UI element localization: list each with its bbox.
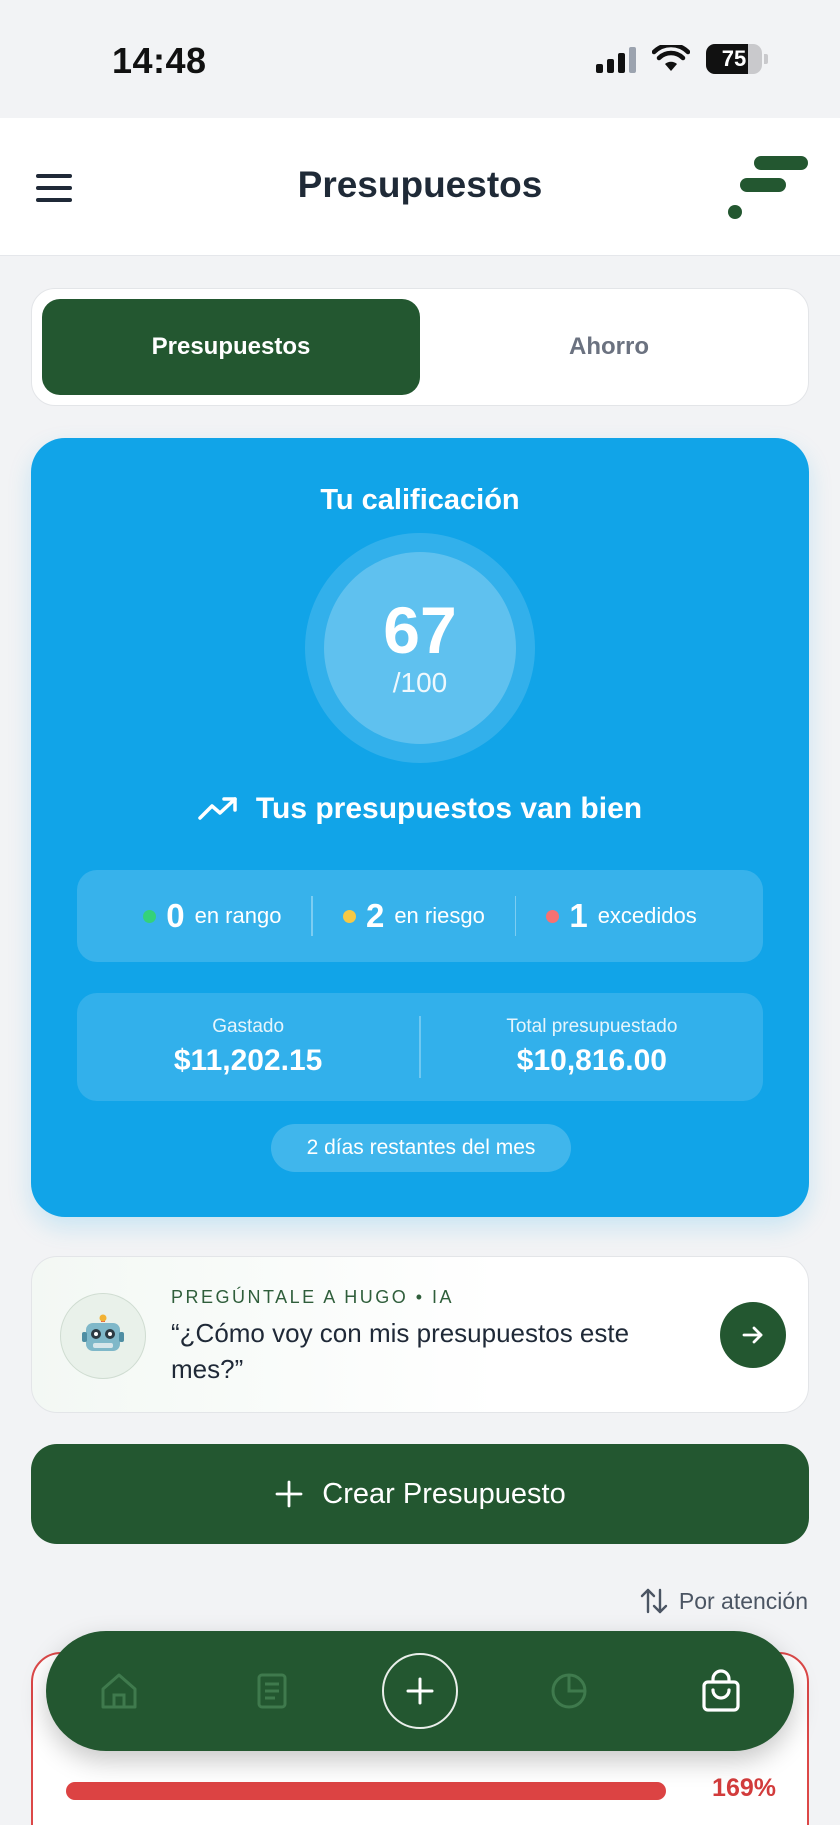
arrow-right-icon <box>742 1326 763 1344</box>
red-dot-icon <box>546 909 560 923</box>
count-label: en riesgo <box>394 903 485 928</box>
budget-progress-bar <box>66 1782 666 1800</box>
count-label: excedidos <box>597 903 697 928</box>
create-budget-button[interactable]: Crear Presupuesto <box>31 1444 809 1544</box>
arrow-right-button[interactable] <box>720 1302 786 1368</box>
count-number: 0 <box>166 897 185 934</box>
budget-progress-percent: 169% <box>712 1774 776 1802</box>
count-en-rango: 0 en rango <box>113 897 311 935</box>
robot-icon <box>60 1293 146 1379</box>
battery-icon: 75 <box>706 44 768 74</box>
ask-hugo-card[interactable]: PREGÚNTALE A HUGO • IA “¿Cómo voy con mi… <box>31 1256 809 1413</box>
receipt-icon <box>257 1673 287 1709</box>
score-card: Tu calificación 67 /100 Tus presupuestos… <box>31 438 809 1217</box>
nav-budgets[interactable] <box>676 1631 766 1751</box>
green-dot-icon <box>143 909 157 923</box>
add-icon <box>406 1677 434 1705</box>
score-status-text: Tus presupuestos van bien <box>255 792 643 825</box>
status-icons: 75 <box>596 44 768 74</box>
budgeted-label: Total presupuestado <box>506 1016 678 1037</box>
score-title: Tu calificación <box>320 484 520 516</box>
budget-counts: 0 en rango 2 en riesgo 1 excedidos <box>77 870 763 962</box>
count-label: en rango <box>194 903 282 928</box>
count-number: 2 <box>365 897 385 934</box>
ask-hugo-question: “¿Cómo voy con mis presupuestos este mes… <box>171 1318 630 1384</box>
battery-level: 75 <box>721 46 747 71</box>
tab-ahorro[interactable]: Ahorro <box>420 299 798 395</box>
status-time: 14:48 <box>112 40 207 81</box>
nav-reports[interactable] <box>524 1631 614 1751</box>
app-header: Presupuestos <box>0 118 840 256</box>
nav-home[interactable] <box>74 1631 164 1751</box>
ask-hugo-eyebrow: PREGÚNTALE A HUGO • IA <box>171 1287 455 1307</box>
trending-up-icon <box>198 797 237 820</box>
sort-label: Por atención <box>678 1587 808 1614</box>
wifi-icon <box>652 45 690 71</box>
nav-transactions[interactable] <box>226 1631 316 1751</box>
home-icon <box>101 1673 137 1709</box>
segmented-tabs: Presupuestos Ahorro <box>31 288 809 406</box>
yellow-dot-icon <box>342 909 356 923</box>
status-bar: 14:48 75 <box>0 0 840 118</box>
budgeted-summary: Total presupuestado $10,816.00 <box>421 1016 763 1078</box>
app-logo <box>728 156 808 219</box>
plus-icon <box>275 1480 303 1508</box>
count-number: 1 <box>569 897 588 934</box>
score-ring: 67 /100 <box>305 533 535 763</box>
count-excedidos: 1 excedidos <box>516 897 726 935</box>
shopping-bag-icon <box>702 1669 740 1712</box>
spent-label: Gastado <box>212 1016 285 1037</box>
score-max: /100 <box>392 667 448 698</box>
page-title: Presupuestos <box>297 164 543 205</box>
create-budget-label: Crear Presupuesto <box>322 1477 566 1510</box>
bottom-nav <box>46 1631 794 1751</box>
score-status: Tus presupuestos van bien <box>31 792 809 826</box>
budget-progress-fill <box>66 1782 666 1800</box>
tab-presupuestos[interactable]: Presupuestos <box>42 299 420 395</box>
budgeted-value: $10,816.00 <box>516 1044 667 1077</box>
sort-icon <box>640 1588 668 1614</box>
cellular-signal-icon <box>596 45 636 73</box>
score-value: 67 <box>383 593 457 667</box>
spending-totals: Gastado $11,202.15 Total presupuestado $… <box>77 993 763 1101</box>
spent-summary: Gastado $11,202.15 <box>77 1016 419 1078</box>
sort-control[interactable]: Por atención <box>639 1586 808 1616</box>
count-en-riesgo: 2 en riesgo <box>313 897 515 935</box>
pie-chart-icon <box>551 1673 587 1709</box>
spent-value: $11,202.15 <box>173 1044 323 1077</box>
nav-add[interactable] <box>375 1631 465 1751</box>
days-remaining-badge: 2 días restantes del mes <box>271 1124 571 1172</box>
